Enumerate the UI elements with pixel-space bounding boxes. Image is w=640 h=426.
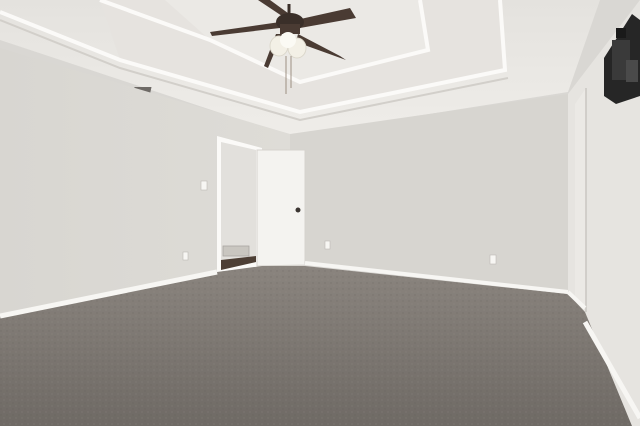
light-switch — [200, 180, 208, 191]
power-outlet-back-1 — [324, 240, 331, 250]
door-knob — [295, 207, 301, 213]
power-outlet-left — [182, 251, 189, 261]
room-scene — [0, 0, 640, 426]
hallway-vent — [222, 245, 250, 257]
right-wall-opening — [575, 88, 586, 310]
power-outlet-back-2 — [489, 254, 497, 265]
